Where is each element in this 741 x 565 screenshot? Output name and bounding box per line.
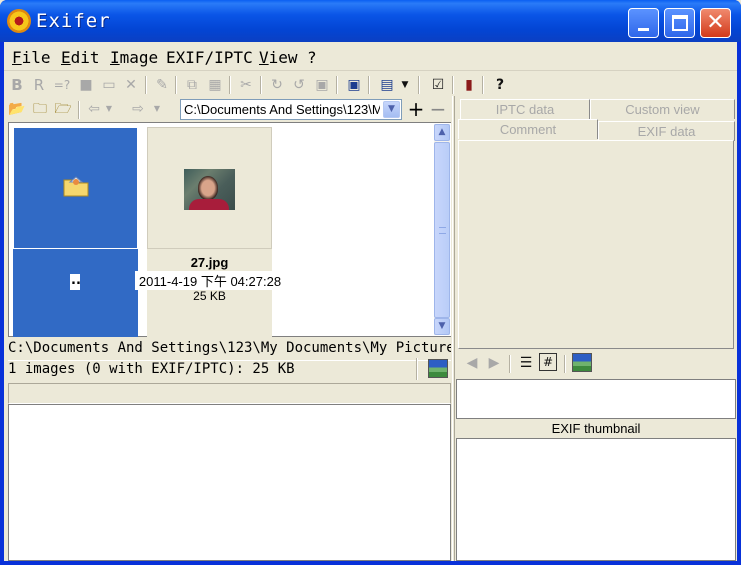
add-favorite-button[interactable]: + bbox=[406, 98, 426, 120]
exit-icon[interactable]: ▮ bbox=[459, 75, 479, 95]
bold-button[interactable]: B bbox=[7, 75, 27, 95]
file-date: 2011-4-19 下午 04:27:28 bbox=[135, 271, 285, 290]
details-pane bbox=[8, 404, 451, 561]
toolbar-separator bbox=[145, 76, 147, 94]
open-icon[interactable]: ▭ bbox=[99, 75, 119, 95]
forward-dropdown-icon[interactable]: ▼ bbox=[152, 99, 162, 119]
close-button[interactable]: ✕ bbox=[700, 8, 731, 38]
back-dropdown-icon[interactable]: ▼ bbox=[104, 99, 114, 119]
header-bar bbox=[8, 383, 451, 404]
photo-thumbnail bbox=[184, 169, 235, 210]
menu-exif-iptc[interactable]: EXIF/IPTC bbox=[166, 48, 253, 67]
delete-icon[interactable]: ✕ bbox=[121, 75, 141, 95]
window: Exifer ✕ File Edit Image EXIF/IPTC View … bbox=[0, 0, 741, 565]
toolbar-separator bbox=[175, 76, 177, 94]
image-preview-icon[interactable] bbox=[572, 353, 592, 372]
copy-icon[interactable]: ⧉ bbox=[182, 75, 202, 95]
path-combobox[interactable]: C:\Documents And Settings\123\My Documen… bbox=[180, 99, 402, 120]
chevron-down-icon[interactable]: ▼ bbox=[383, 101, 400, 118]
folder-up-icon bbox=[63, 176, 89, 197]
hash-icon[interactable]: # bbox=[539, 353, 557, 371]
forward-arrow-icon[interactable]: ⇨ bbox=[128, 99, 148, 119]
view-dropdown-icon[interactable]: ▼ bbox=[399, 75, 411, 95]
open-folder-icon[interactable]: 📂 bbox=[7, 99, 27, 119]
minimize-button[interactable] bbox=[628, 8, 659, 38]
comment-box[interactable] bbox=[456, 379, 736, 419]
next-arrow-icon[interactable]: ▶ bbox=[484, 353, 504, 373]
thumbnail-frame bbox=[147, 127, 272, 249]
list-icon[interactable]: ☰ bbox=[516, 353, 536, 373]
menu-image[interactable]: Image bbox=[110, 48, 158, 67]
toolbar-separator bbox=[482, 76, 484, 94]
maximize-button[interactable] bbox=[664, 8, 695, 38]
menu-view[interactable]: View bbox=[259, 48, 298, 67]
tab-iptc-data[interactable]: IPTC data bbox=[460, 99, 590, 119]
cut-icon[interactable]: ✂ bbox=[236, 75, 256, 95]
file-name: .. bbox=[71, 273, 81, 288]
image-preview-icon[interactable] bbox=[428, 359, 448, 378]
window-title: Exifer bbox=[36, 10, 111, 32]
file-item-27jpg[interactable]: 27.jpg 2011-4-19 下午 04:27:28 25 KB bbox=[135, 127, 285, 337]
tab-exif-data[interactable]: EXIF data bbox=[598, 121, 735, 141]
help-icon[interactable]: ? bbox=[490, 75, 510, 95]
file-list[interactable]: .. 27.jpg 2011-4-19 下午 04:27:28 25 KB bbox=[8, 122, 451, 337]
title-bar[interactable]: Exifer ✕ bbox=[0, 0, 741, 42]
scroll-up-icon[interactable]: ▲ bbox=[434, 124, 450, 141]
menu-edit[interactable]: Edit bbox=[61, 48, 100, 67]
menu-file[interactable]: File bbox=[12, 48, 51, 67]
remove-favorite-button[interactable]: − bbox=[428, 98, 448, 120]
grid-icon[interactable]: ▦ bbox=[205, 75, 225, 95]
thumbnail-icon[interactable]: ▣ bbox=[312, 75, 332, 95]
scroll-down-icon[interactable]: ▼ bbox=[434, 318, 450, 335]
minimize-icon bbox=[638, 28, 649, 31]
tab-comment[interactable]: Comment bbox=[458, 119, 598, 139]
metadata-panel: IPTC data Custom view Comment EXIF data bbox=[456, 96, 735, 349]
file-item-parent-folder[interactable]: .. bbox=[13, 127, 138, 337]
status-separator bbox=[416, 358, 418, 380]
pane-splitter[interactable] bbox=[452, 96, 455, 561]
current-path: C:\Documents And Settings\123\My Documen… bbox=[8, 340, 451, 356]
file-name: 27.jpg bbox=[190, 255, 229, 270]
app-icon[interactable] bbox=[7, 9, 31, 33]
stop-icon[interactable]: ■ bbox=[76, 75, 96, 95]
main-toolbar: B R =? ■ ▭ ✕ ✎ ⧉ ▦ ✂ ↻ ↺ ▣ ▣ ▤ ▼ ☑ ▮ ? bbox=[4, 72, 737, 98]
slideshow-icon[interactable]: ▣ bbox=[344, 75, 364, 95]
r-button[interactable]: R bbox=[29, 75, 49, 95]
menu-help[interactable]: ? bbox=[307, 48, 317, 67]
edit-icon[interactable]: ✎ bbox=[152, 75, 172, 95]
tab-content bbox=[458, 140, 734, 349]
toolbar-separator bbox=[78, 101, 80, 119]
back-arrow-icon[interactable]: ⇦ bbox=[84, 99, 104, 119]
close-icon: ✕ bbox=[706, 10, 725, 35]
menu-bar: File Edit Image EXIF/IPTC View ? bbox=[4, 42, 737, 71]
tab-custom-view[interactable]: Custom view bbox=[590, 99, 735, 119]
toolbar-separator bbox=[509, 355, 511, 373]
scroll-thumb[interactable] bbox=[434, 142, 450, 318]
view-mode-icon[interactable]: ▤ bbox=[377, 75, 397, 95]
exif-thumbnail-label: EXIF thumbnail bbox=[551, 421, 641, 436]
checklist-icon[interactable]: ☑ bbox=[428, 75, 448, 95]
tree-icon[interactable]: 🗀 bbox=[30, 99, 50, 119]
rotate-ccw-icon[interactable]: ↺ bbox=[289, 75, 309, 95]
status-summary: 1 images (0 with EXIF/IPTC): 25 KB bbox=[8, 360, 451, 380]
maximize-icon bbox=[672, 15, 688, 31]
thumbnail-toolbar: ◀ ▶ ☰ # bbox=[456, 351, 737, 375]
toolbar-separator bbox=[368, 76, 370, 94]
rotate-cw-icon[interactable]: ↻ bbox=[267, 75, 287, 95]
toolbar-separator bbox=[564, 355, 566, 373]
folder-up-icon[interactable]: 🗁 bbox=[53, 99, 73, 119]
toolbar-separator bbox=[336, 76, 338, 94]
toolbar-separator bbox=[452, 76, 454, 94]
prev-arrow-icon[interactable]: ◀ bbox=[462, 353, 482, 373]
toolbar-separator bbox=[229, 76, 231, 94]
client-area: File Edit Image EXIF/IPTC View ? B R =? … bbox=[4, 42, 737, 561]
file-size: 25 KB bbox=[193, 289, 226, 303]
file-list-scrollbar[interactable]: ▲ ▼ bbox=[434, 124, 450, 335]
toolbar-separator bbox=[260, 76, 262, 94]
path-combobox-value: C:\Documents And Settings\123\My Documen… bbox=[184, 102, 380, 117]
compare-button[interactable]: =? bbox=[52, 75, 72, 95]
toolbar-separator bbox=[418, 76, 420, 94]
exif-thumbnail-area bbox=[456, 438, 736, 561]
